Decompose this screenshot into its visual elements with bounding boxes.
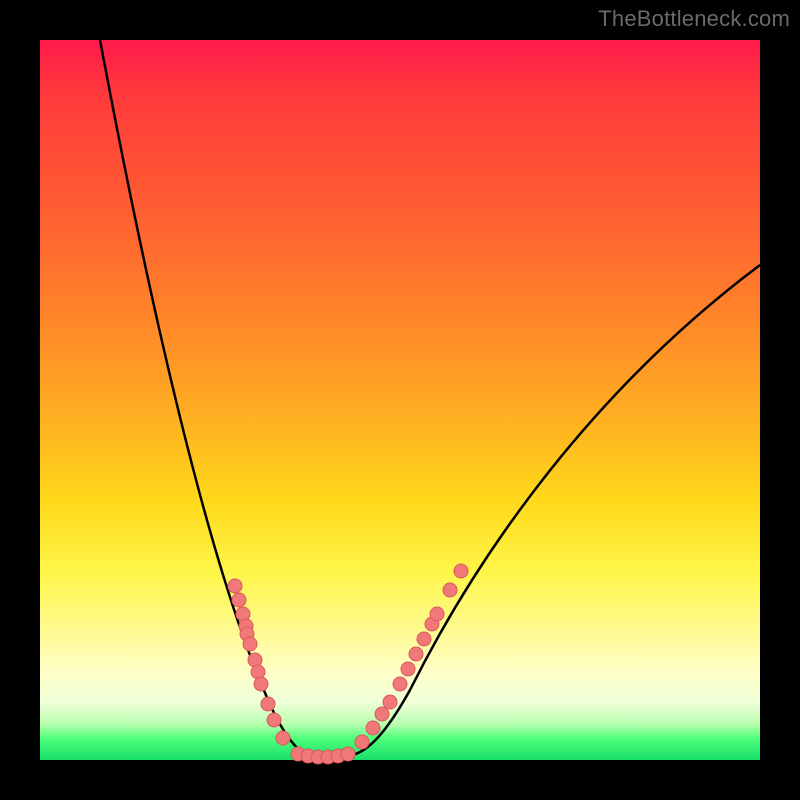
dots-layer bbox=[228, 564, 468, 764]
bottleneck-curve bbox=[100, 40, 760, 756]
data-dot bbox=[261, 697, 275, 711]
data-dot bbox=[383, 695, 397, 709]
data-dot bbox=[366, 721, 380, 735]
chart-svg bbox=[40, 40, 760, 760]
data-dot bbox=[232, 593, 246, 607]
data-dot bbox=[355, 735, 369, 749]
data-dot bbox=[254, 677, 268, 691]
data-dot bbox=[454, 564, 468, 578]
plot-area bbox=[40, 40, 760, 760]
data-dot bbox=[228, 579, 242, 593]
data-dot bbox=[430, 607, 444, 621]
data-dot bbox=[341, 747, 355, 761]
data-dot bbox=[267, 713, 281, 727]
data-dot bbox=[393, 677, 407, 691]
data-dot bbox=[375, 707, 389, 721]
chart-frame: TheBottleneck.com bbox=[0, 0, 800, 800]
data-dot bbox=[401, 662, 415, 676]
data-dot bbox=[276, 731, 290, 745]
data-dot bbox=[409, 647, 423, 661]
watermark-text: TheBottleneck.com bbox=[598, 6, 790, 32]
data-dot bbox=[443, 583, 457, 597]
data-dot bbox=[243, 637, 257, 651]
data-dot bbox=[417, 632, 431, 646]
